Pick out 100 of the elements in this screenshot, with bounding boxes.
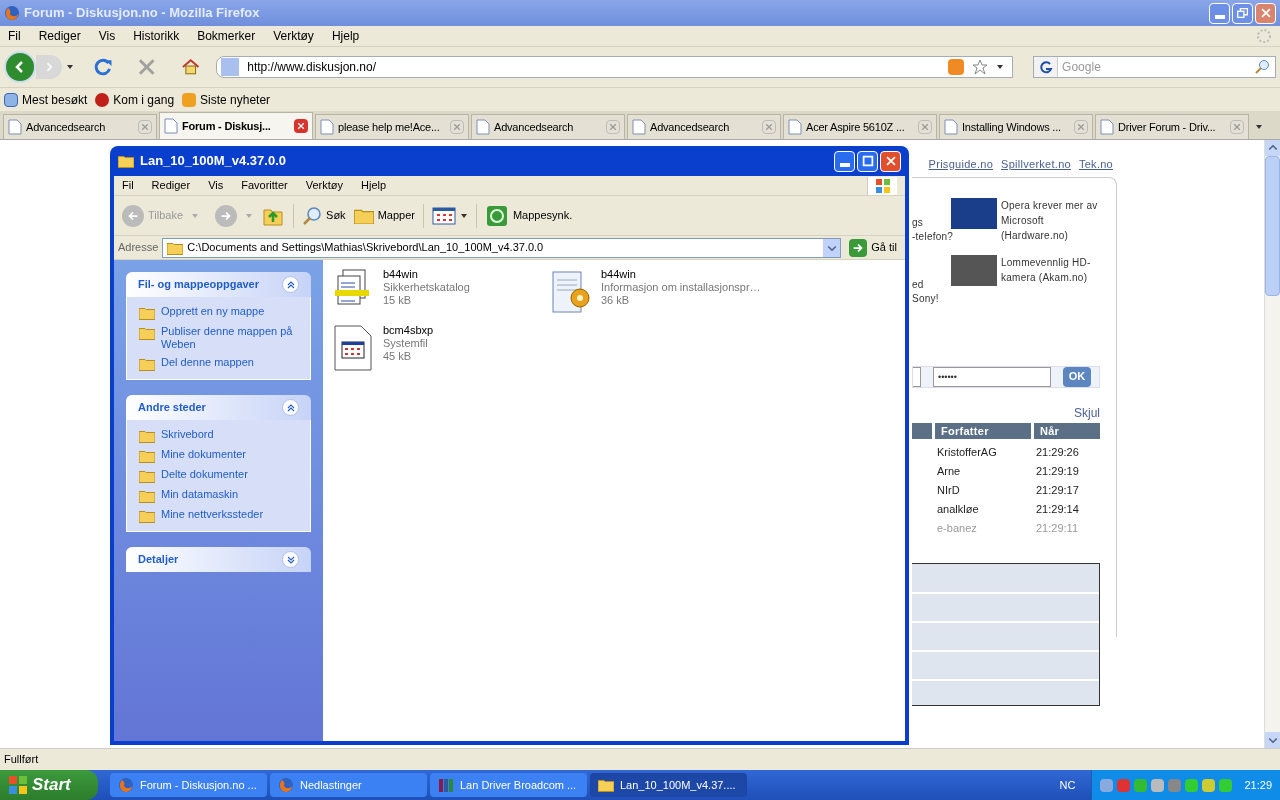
site-link[interactable]: Tek.no (1078, 156, 1113, 173)
panel-header[interactable]: Detaljer (126, 547, 311, 572)
file-item[interactable]: b44win Sikkerhetskatalog 15 kB (331, 268, 549, 324)
site-link[interactable]: Spillverket.no (1001, 156, 1071, 173)
bookmark-link[interactable]: Mest besøkt (4, 90, 88, 109)
site-link[interactable]: Prisguide.no (928, 156, 994, 173)
menu-item[interactable]: Rediger (151, 177, 191, 194)
tab-close-button[interactable] (918, 120, 932, 134)
tray-icon[interactable] (1117, 778, 1131, 792)
menu-item[interactable]: Hjelp (361, 177, 387, 194)
taskbar-button[interactable]: Nedlastinger (270, 773, 427, 797)
star-icon[interactable] (972, 59, 989, 75)
scroll-thumb[interactable] (1265, 156, 1280, 296)
minimize-button[interactable] (834, 150, 855, 172)
menu-item[interactable]: Vis (98, 27, 116, 45)
browser-tab[interactable]: Installing Windows ... (939, 114, 1093, 139)
stop-icon[interactable] (137, 57, 157, 77)
ok-button[interactable]: OK (1063, 366, 1091, 387)
browser-tab[interactable]: Advancedsearch (471, 114, 625, 139)
collapse-button[interactable] (282, 399, 299, 416)
bookmark-link[interactable]: Kom i gang (95, 90, 175, 109)
file-item[interactable]: bcm4sbxp Systemfil 45 kB (331, 324, 549, 380)
collapse-button[interactable] (282, 276, 299, 293)
task-link[interactable]: Mine nettverkssteder (161, 508, 264, 521)
menu-item[interactable]: Historikk (133, 27, 180, 45)
panel-header[interactable]: Andre steder (126, 395, 311, 420)
bookmark-link[interactable]: Siste nyheter (182, 90, 271, 109)
search-button[interactable]: Søk (302, 205, 346, 226)
reload-icon[interactable] (94, 57, 114, 77)
username-field[interactable] (913, 366, 921, 387)
menu-item[interactable]: Fil (8, 27, 21, 45)
tray-icon[interactable] (1100, 778, 1114, 792)
language-indicator[interactable]: NC (1059, 776, 1076, 794)
back-button[interactable] (4, 51, 36, 83)
restore-button[interactable] (1232, 2, 1253, 24)
browser-tab[interactable]: Forum - Diskusj... (159, 112, 313, 139)
task-link[interactable]: Opprett en ny mappe (161, 305, 265, 318)
go-button[interactable]: Gå til (845, 238, 901, 257)
start-button[interactable]: Start (0, 770, 98, 800)
browser-tab[interactable]: Advancedsearch (627, 114, 781, 139)
folders-button[interactable]: Mapper (353, 207, 415, 224)
menu-item[interactable]: Favoritter (241, 177, 288, 194)
scroll-down-button[interactable] (1265, 732, 1280, 748)
dropdown-caret-icon[interactable] (66, 63, 74, 71)
task-link[interactable]: Mine dokumenter (161, 448, 246, 461)
news-link[interactable]: Lommevennlig HD-kamera (Akam.no) (1001, 254, 1101, 286)
tray-icon[interactable] (1202, 778, 1216, 792)
search-field[interactable]: Google (1058, 57, 1255, 77)
dropdown-caret-icon[interactable] (1255, 123, 1263, 131)
task-link[interactable]: Skrivebord (161, 428, 214, 441)
browser-tab[interactable]: Advancedsearch (3, 114, 157, 139)
tray-icon[interactable] (1134, 778, 1148, 792)
tab-close-button[interactable] (1074, 120, 1088, 134)
dropdown-caret-icon[interactable] (996, 63, 1005, 71)
panel-header[interactable]: Fil- og mappeoppgaver (126, 272, 311, 297)
address-bar[interactable]: http://www.diskusjon.no/ (216, 56, 1014, 78)
tab-close-button[interactable] (1230, 120, 1244, 134)
dropdown-button[interactable] (823, 238, 841, 257)
browser-tab[interactable]: Acer Aspire 5610Z ... (783, 114, 937, 139)
home-icon[interactable] (180, 57, 201, 77)
close-button[interactable] (880, 150, 901, 172)
scrollbar[interactable] (1264, 140, 1280, 748)
search-engine-icon[interactable] (1034, 57, 1059, 77)
tray-icon[interactable] (1219, 778, 1233, 792)
taskbar-button[interactable]: Lan_10_100M_v4.37.... (590, 773, 747, 797)
taskbar-button[interactable]: Forum - Diskusjon.no ... (110, 773, 267, 797)
sync-button[interactable]: Mappesynk. (484, 203, 573, 228)
forward-button[interactable] (215, 204, 238, 227)
address-field[interactable]: C:\Documents and Settings\Mathias\Skrivebord\Lan_10_100M_v4.37.0.0 (162, 237, 842, 258)
menu-item[interactable]: Vis (208, 177, 224, 194)
scroll-up-button[interactable] (1265, 140, 1280, 156)
menu-item[interactable]: Hjelp (331, 27, 360, 45)
expand-button[interactable] (282, 551, 299, 568)
tray-icon[interactable] (1185, 778, 1199, 792)
task-link[interactable]: Publiser denne mappen på Weben (161, 325, 298, 351)
tab-close-button[interactable] (294, 119, 308, 133)
browser-tab[interactable]: please help me!Ace... (315, 114, 469, 139)
tab-close-button[interactable] (606, 120, 620, 134)
menu-item[interactable]: Bokmerker (197, 27, 256, 45)
file-item[interactable]: b44win Informasjon om installasjonspr… 36 kB (549, 268, 767, 324)
task-link[interactable]: Del denne mappen (161, 356, 254, 369)
maximize-button[interactable] (857, 150, 878, 172)
tab-close-button[interactable] (762, 120, 776, 134)
menu-item[interactable]: Verktøy (305, 177, 343, 194)
menu-item[interactable]: Fil (122, 177, 134, 194)
menu-item[interactable]: Verktøy (273, 27, 314, 45)
views-button[interactable] (431, 205, 468, 226)
browser-tab[interactable]: Driver Forum - Driv... (1095, 114, 1249, 139)
task-link[interactable]: Min datamaskin (161, 488, 239, 501)
search-icon[interactable] (1255, 59, 1271, 75)
search-box[interactable]: Google (1033, 56, 1276, 78)
password-field[interactable]: •••••• (933, 366, 1051, 387)
tab-close-button[interactable] (138, 120, 152, 134)
tray-icon[interactable] (1151, 778, 1165, 792)
task-link[interactable]: Delte dokumenter (161, 468, 248, 481)
hide-link[interactable]: Skjul (1074, 403, 1100, 422)
tab-close-button[interactable] (450, 120, 464, 134)
taskbar-button[interactable]: Lan Driver Broadcom ... (430, 773, 587, 797)
menu-item[interactable]: Rediger (38, 27, 81, 45)
news-link[interactable]: Opera krever mer av Microsoft (Hardware.no) (1001, 197, 1101, 243)
